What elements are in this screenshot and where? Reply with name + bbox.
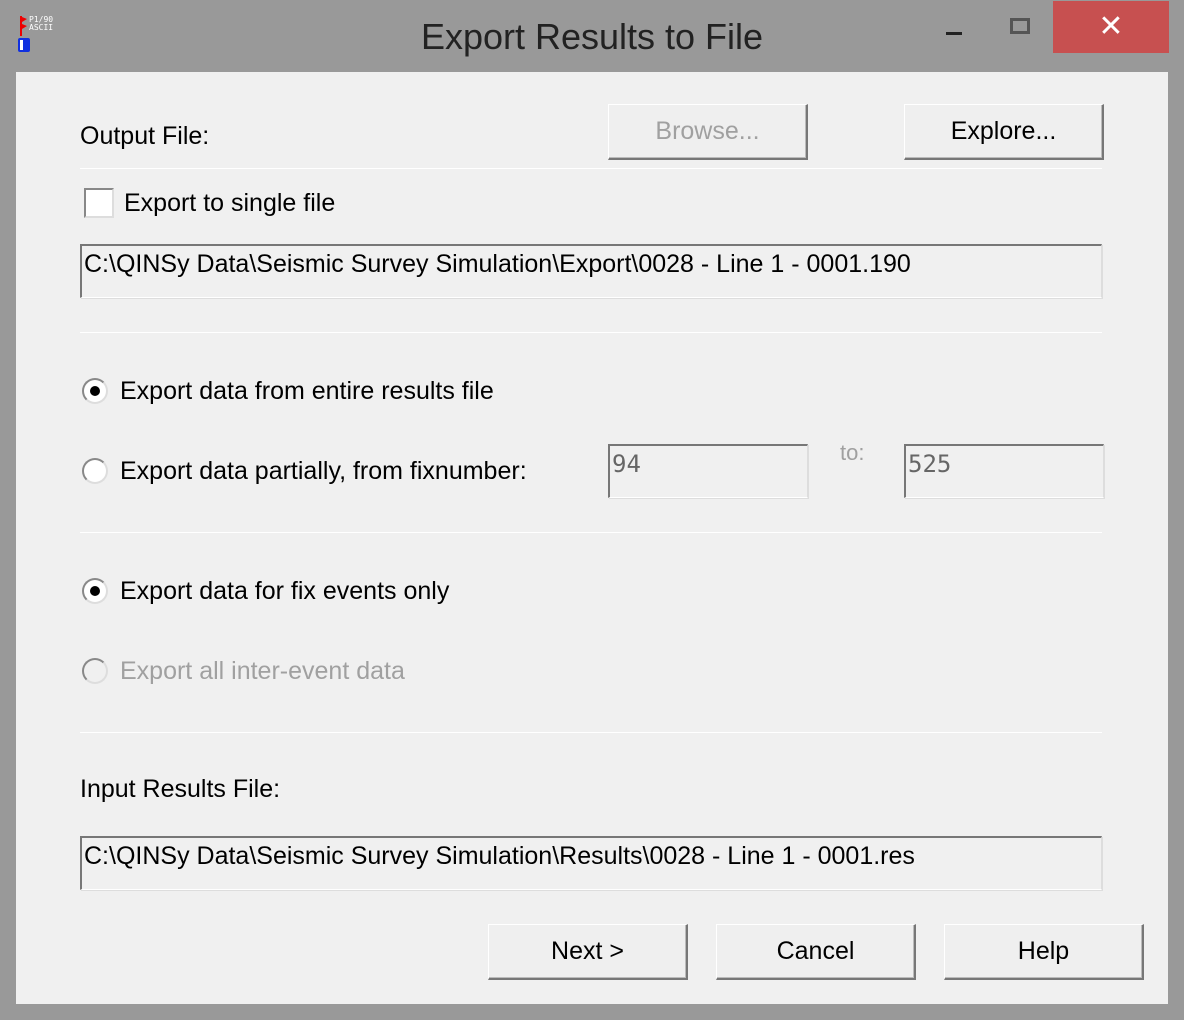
divider bbox=[80, 332, 1102, 333]
entire-file-label[interactable]: Export data from entire results file bbox=[120, 377, 494, 406]
close-button[interactable]: ✕ bbox=[1053, 1, 1169, 53]
output-file-label: Output File: bbox=[80, 122, 210, 150]
minimize-icon bbox=[946, 32, 962, 35]
divider bbox=[80, 532, 1102, 533]
maximize-button[interactable] bbox=[1010, 18, 1030, 34]
divider bbox=[80, 168, 1102, 169]
help-button[interactable]: Help bbox=[944, 924, 1144, 980]
input-file-label: Input Results File: bbox=[80, 775, 281, 803]
fix-events-label[interactable]: Export data for fix events only bbox=[120, 577, 449, 606]
from-fixnumber-input[interactable]: 94 bbox=[608, 444, 808, 498]
output-path-field[interactable]: C:\QINSy Data\Seismic Survey Simulation\… bbox=[80, 244, 1102, 298]
input-path-field[interactable]: C:\QINSy Data\Seismic Survey Simulation\… bbox=[80, 836, 1102, 890]
divider bbox=[80, 732, 1102, 733]
inter-event-label[interactable]: Export all inter-event data bbox=[120, 657, 405, 686]
partial-radio[interactable] bbox=[82, 458, 108, 484]
next-button[interactable]: Next > bbox=[488, 924, 688, 980]
to-fixnumber-input[interactable]: 525 bbox=[904, 444, 1104, 498]
single-file-checkbox[interactable] bbox=[84, 188, 114, 218]
inter-event-radio[interactable] bbox=[82, 658, 108, 684]
entire-file-radio[interactable] bbox=[82, 378, 108, 404]
browse-button[interactable]: Browse... bbox=[608, 104, 808, 160]
fix-events-radio[interactable] bbox=[82, 578, 108, 604]
explore-button[interactable]: Explore... bbox=[904, 104, 1104, 160]
minimize-button[interactable] bbox=[940, 22, 970, 42]
partial-label[interactable]: Export data partially, from fixnumber: bbox=[120, 457, 527, 486]
cancel-button[interactable]: Cancel bbox=[716, 924, 916, 980]
to-label: to: bbox=[840, 440, 865, 465]
dialog-body: Output File: Browse... Explore... Export… bbox=[16, 72, 1168, 1004]
single-file-label[interactable]: Export to single file bbox=[124, 189, 335, 218]
window-title: Export Results to File bbox=[420, 16, 764, 57]
